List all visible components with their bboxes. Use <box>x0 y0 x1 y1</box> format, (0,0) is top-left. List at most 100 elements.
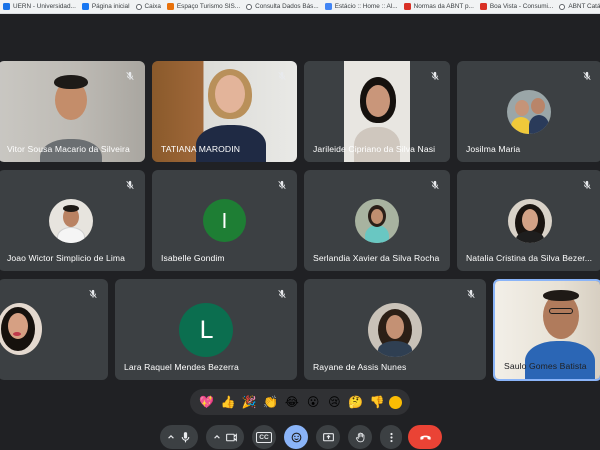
avatar-body <box>511 117 531 134</box>
participant-tile-unnamed[interactable] <box>0 279 108 380</box>
bookmark-item[interactable]: ABNT Catálogo <box>556 0 600 13</box>
avatar <box>355 199 399 243</box>
participant-tile-natalia[interactable]: Natalia Cristina da Silva Bezer... <box>457 170 600 271</box>
present-screen-icon <box>322 432 334 441</box>
avatar-initial: L <box>179 303 233 357</box>
participant-name: Vitor Sousa Macario da Silveira <box>7 144 130 154</box>
bookmark-label: Espaço Turismo SIS... <box>176 3 241 10</box>
bookmark-label: Boa Vista - Consumi... <box>489 3 554 10</box>
participant-tile-lara[interactable]: L Lara Raquel Mendes Bezerra <box>115 279 297 380</box>
avatar-face <box>386 315 404 339</box>
raise-hand-button[interactable] <box>348 425 372 449</box>
participant-tile-rayane[interactable]: Rayane de Assis Nunes <box>304 279 486 380</box>
bookmark-item[interactable]: Espaço Turismo SIS... <box>164 0 243 13</box>
bookmark-item[interactable]: Normas da ABNT p... <box>401 0 477 13</box>
captions-icon: CC <box>256 431 272 443</box>
present-screen-button[interactable] <box>316 425 340 449</box>
mic-off-icon <box>276 288 288 300</box>
participant-name: Lara Raquel Mendes Bezerra <box>124 362 239 372</box>
emoji-reactions-button[interactable] <box>284 425 308 449</box>
globe-icon <box>246 3 253 10</box>
emoji-icon <box>291 432 301 442</box>
microphone-icon <box>181 431 189 442</box>
bookmark-label: Consulta Dados Bás... <box>255 3 319 10</box>
bookmark-item[interactable]: UERN - Universidad... <box>0 0 79 13</box>
camera-button[interactable] <box>206 425 244 449</box>
bookmark-item[interactable]: Página inicial <box>79 0 133 13</box>
end-call-button[interactable] <box>408 425 442 449</box>
glasses-icon <box>549 308 573 314</box>
end-call-icon <box>419 435 431 440</box>
avatar-body <box>529 115 549 134</box>
bookmark-item[interactable]: Consulta Dados Bás... <box>243 0 322 13</box>
bookmark-label: Normas da ABNT p... <box>413 3 474 10</box>
participant-name: Isabelle Gondim <box>161 253 225 263</box>
bookmark-item[interactable]: Caixa <box>133 0 164 13</box>
skin-tone-picker[interactable] <box>389 395 403 409</box>
microphone-button[interactable] <box>160 425 198 449</box>
reaction-emoji[interactable]: 👎 <box>368 396 386 408</box>
avatar-body <box>378 341 412 357</box>
reaction-emoji[interactable]: 🤔 <box>347 396 365 408</box>
favicon-icon <box>81 3 89 10</box>
more-options-button[interactable] <box>380 425 402 449</box>
avatar <box>0 303 42 355</box>
chevron-up-icon <box>167 435 174 439</box>
avatar-body <box>365 225 389 243</box>
avatar-initial: I <box>203 199 246 242</box>
bookmarks-bar: UERN - Universidad... Página inicial Caixa… <box>0 0 600 14</box>
avatar-hair <box>63 205 79 212</box>
bookmark-item[interactable]: Boa Vista - Consumi... <box>477 0 556 13</box>
avatar-body <box>57 227 85 243</box>
participant-name: Joao Wictor Simplicio de Lima <box>7 253 126 263</box>
avatar <box>49 199 93 243</box>
participant-face <box>215 75 245 113</box>
participant-tile-saulo[interactable]: Saulo Gomes Batista <box>493 279 600 381</box>
reaction-emoji[interactable]: 👏 <box>262 396 280 408</box>
participant-tile-jarileide[interactable]: Jarileide Cipriano da Silva Nasi <box>304 61 450 162</box>
reaction-emoji[interactable]: 😢 <box>325 396 343 408</box>
participant-name: Serlandia Xavier da Silva Rocha <box>313 253 440 263</box>
favicon-icon <box>3 3 10 10</box>
bookmark-label: Página inicial <box>91 3 130 10</box>
captions-button[interactable]: CC <box>252 425 276 449</box>
reaction-emoji[interactable]: 💖 <box>198 396 216 408</box>
hand-icon <box>355 432 364 442</box>
favicon-icon <box>324 3 332 10</box>
participant-tile-isabelle[interactable]: I Isabelle Gondim <box>152 170 297 271</box>
participant-hair <box>54 75 88 89</box>
participant-name: Josilma Maria <box>466 144 521 154</box>
participant-name: Jarileide Cipriano da Silva Nasi <box>313 144 436 154</box>
participant-face <box>366 85 390 117</box>
avatar-face <box>522 209 538 231</box>
chevron-up-icon <box>213 435 220 439</box>
avatar <box>507 90 551 134</box>
participant-tile-serlandia[interactable]: Serlandia Xavier da Silva Rocha <box>304 170 450 271</box>
mic-off-icon <box>429 70 441 82</box>
mic-off-icon <box>581 179 593 191</box>
participant-tile-tatiana[interactable]: TATIANA MARODIN <box>152 61 297 162</box>
avatar <box>368 303 422 357</box>
participant-name: Natalia Cristina da Silva Bezer... <box>466 253 593 263</box>
avatar-face <box>371 209 383 224</box>
mic-off-icon <box>276 70 288 82</box>
participant-tile-josilma[interactable]: Josilma Maria <box>457 61 600 162</box>
bookmark-label: Caixa <box>144 3 161 10</box>
bookmark-label: Estácio :: Home :: Al... <box>334 3 398 10</box>
mic-off-icon <box>429 179 441 191</box>
mic-off-icon <box>124 70 136 82</box>
participant-tile-vitor[interactable]: Vitor Sousa Macario da Silveira <box>0 61 145 162</box>
reaction-emoji[interactable]: 😂 <box>283 396 301 408</box>
camera-icon <box>225 432 237 442</box>
reaction-emoji[interactable]: 😮 <box>304 396 322 408</box>
participant-name: Rayane de Assis Nunes <box>313 362 407 372</box>
reaction-emoji[interactable]: 🎉 <box>240 396 258 408</box>
more-vert-icon <box>389 432 393 442</box>
reaction-emoji[interactable]: 👍 <box>219 396 237 408</box>
participant-tile-joao[interactable]: Joao Wictor Simplicio de Lima <box>0 170 145 271</box>
favicon-icon <box>403 3 411 10</box>
bookmark-item[interactable]: Estácio :: Home :: Al... <box>322 0 401 13</box>
bookmark-label: UERN - Universidad... <box>13 3 76 10</box>
meet-window: UERN - Universidad... Página inicial Caixa… <box>0 0 600 450</box>
globe-icon <box>559 3 566 10</box>
